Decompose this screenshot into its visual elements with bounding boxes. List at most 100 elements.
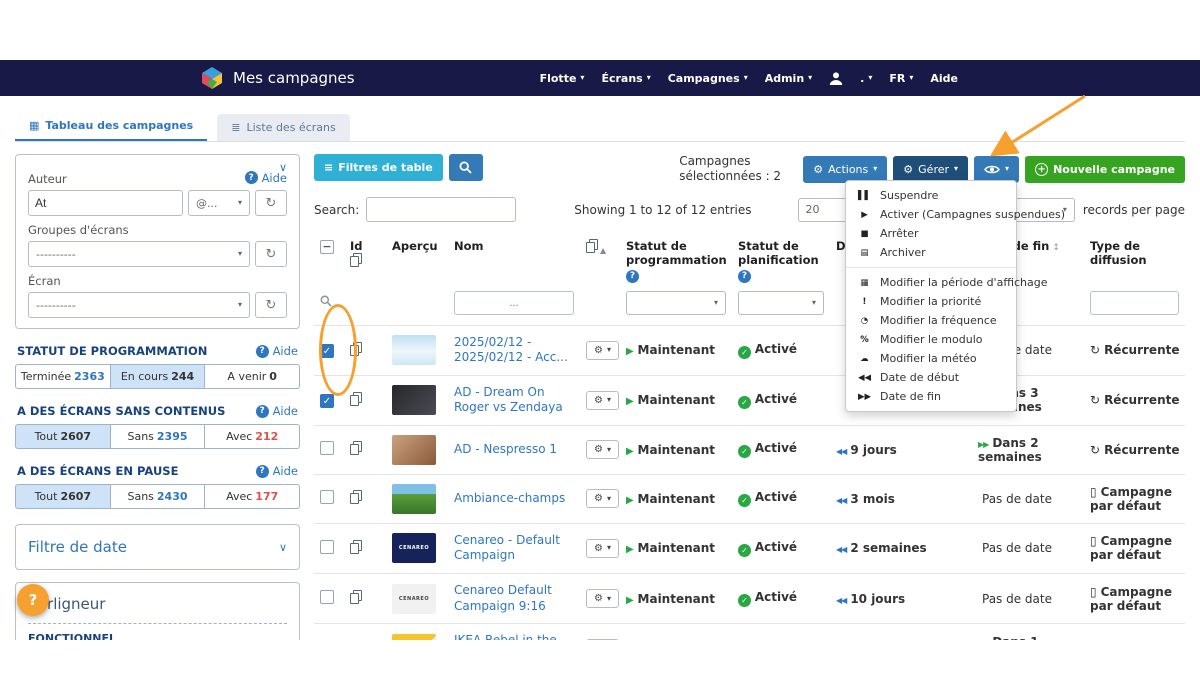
campaign-name-link[interactable]: Cenareo - Default Campaign: [454, 533, 574, 564]
search-input[interactable]: [366, 197, 516, 222]
row-actions-button[interactable]: ⚙▾: [586, 341, 619, 360]
refresh-groups-button[interactable]: ↻: [255, 241, 287, 267]
copy-icon[interactable]: [350, 253, 362, 267]
collapse-chevron-icon[interactable]: ∨: [279, 161, 287, 174]
header-duplicate[interactable]: ▲: [580, 235, 620, 287]
search-button[interactable]: [449, 154, 483, 181]
menu-item-modulo[interactable]: %Modifier le modulo: [846, 330, 1016, 349]
tab-tableau-campagnes[interactable]: ▦ Tableau des campagnes: [15, 112, 207, 141]
filter-a-venir[interactable]: A venir0: [205, 364, 300, 389]
table-filters-button[interactable]: ≡ Filtres de table: [314, 154, 443, 181]
menu-item-frequence[interactable]: ◔Modifier la fréquence: [846, 311, 1016, 330]
help-circle-icon[interactable]: ?: [626, 270, 639, 283]
screen-groups-select[interactable]: ----------▾: [28, 241, 250, 267]
refresh-screen-button[interactable]: ↻: [255, 292, 287, 318]
row-actions-button[interactable]: ⚙▾: [586, 489, 619, 508]
filter-en-cours[interactable]: En cours244: [111, 364, 206, 389]
campaign-name-link[interactable]: 2025/02/12 - 2025/02/12 - Acc...: [454, 335, 574, 366]
filter-tout[interactable]: Tout2607: [15, 484, 111, 509]
header-nom[interactable]: Nom: [448, 235, 580, 287]
filter-sans[interactable]: Sans2430: [111, 484, 206, 509]
visibility-button[interactable]: ▾: [974, 156, 1019, 183]
campaign-name-link[interactable]: AD - Nespresso 1: [454, 442, 574, 458]
actions-button[interactable]: ⚙ Actions ▾: [803, 156, 887, 183]
campaign-thumbnail[interactable]: [392, 435, 436, 465]
plan-filter-select[interactable]: ▾: [738, 291, 824, 315]
row-checkbox[interactable]: [320, 441, 334, 455]
name-filter-input[interactable]: [454, 291, 574, 315]
menu-item-meteo[interactable]: ☁Modifier la météo: [846, 349, 1016, 368]
header-statut-programmation[interactable]: Statut de programmation ?: [620, 235, 732, 287]
nav-admin[interactable]: Admin▾: [765, 72, 812, 85]
new-campaign-button[interactable]: + Nouvelle campagne: [1025, 156, 1185, 183]
menu-item-periode[interactable]: ▦Modifier la période d'affichage: [846, 273, 1016, 292]
row-checkbox[interactable]: ✓: [320, 344, 334, 358]
user-icon[interactable]: [829, 72, 843, 85]
row-actions-button[interactable]: ⚙▾: [586, 440, 619, 459]
nav-aide[interactable]: Aide: [930, 72, 958, 85]
type-filter-input[interactable]: [1090, 291, 1179, 315]
menu-item-date-debut[interactable]: ◀◀Date de début: [846, 368, 1016, 387]
date-filter-card[interactable]: Filtre de date ∨: [15, 524, 300, 570]
nav-flotte[interactable]: Flotte▾: [540, 72, 585, 85]
campaign-thumbnail[interactable]: CENAREO: [392, 584, 436, 614]
row-checkbox[interactable]: ✓: [320, 394, 334, 408]
row-actions-button[interactable]: ⚙▾: [586, 589, 619, 608]
help-fab-button[interactable]: ?: [17, 584, 49, 616]
filter-terminee[interactable]: Terminée2363: [15, 364, 111, 389]
menu-item-activer[interactable]: ▶Activer (Campagnes suspendues): [846, 205, 1016, 224]
copy-icon[interactable]: [350, 490, 362, 504]
menu-item-arreter[interactable]: ■Arrêter: [846, 224, 1016, 243]
prog-filter-select[interactable]: ▾: [626, 291, 726, 315]
author-at-select[interactable]: @...▾: [188, 190, 250, 216]
user-menu[interactable]: .▾: [860, 72, 872, 85]
header-apercu[interactable]: Aperçu: [386, 235, 448, 287]
copy-icon[interactable]: [350, 590, 362, 604]
campaign-name-link[interactable]: Cenareo Default Campaign 9:16: [454, 583, 574, 614]
help-circle-icon[interactable]: ?: [738, 270, 751, 283]
header-type-diffusion[interactable]: Type de diffusion: [1084, 235, 1185, 287]
copy-icon[interactable]: [350, 342, 362, 356]
screen-select[interactable]: ----------▾: [28, 292, 250, 318]
aide-link[interactable]: ?Aide: [256, 404, 298, 418]
filter-avec[interactable]: Avec177: [205, 484, 300, 509]
copy-icon[interactable]: [350, 540, 362, 554]
campaign-name-link[interactable]: AD - Dream On Roger vs Zendaya: [454, 385, 574, 416]
filter-avec[interactable]: Avec212: [205, 424, 300, 449]
aide-link[interactable]: ?Aide: [256, 344, 298, 358]
menu-item-archiver[interactable]: ▤Archiver: [846, 243, 1016, 262]
author-input[interactable]: [28, 190, 183, 216]
aide-link[interactable]: ?Aide: [256, 464, 298, 478]
row-checkbox[interactable]: [320, 590, 334, 604]
filter-sans[interactable]: Sans2395: [111, 424, 206, 449]
row-checkbox[interactable]: [320, 490, 334, 504]
campaign-thumbnail[interactable]: [392, 634, 436, 640]
row-actions-button[interactable]: ⚙▾: [586, 539, 619, 558]
caret-icon: ▾: [607, 544, 611, 552]
header-statut-planification[interactable]: Statut de planification ?: [732, 235, 830, 287]
campaign-thumbnail[interactable]: [392, 335, 436, 365]
campaign-name-link[interactable]: Ambiance-champs: [454, 491, 574, 507]
nav-ecrans[interactable]: Écrans▾: [601, 72, 650, 85]
table-header-row: − Id Aperçu Nom ▲ Statut de programmatio…: [314, 235, 1185, 287]
copy-icon[interactable]: [350, 441, 362, 455]
refresh-author-button[interactable]: ↻: [255, 190, 287, 216]
campaign-thumbnail[interactable]: [392, 385, 436, 415]
filter-tout[interactable]: Tout2607: [15, 424, 111, 449]
menu-item-suspendre[interactable]: ▌▌Suspendre: [846, 186, 1016, 205]
header-id[interactable]: Id: [344, 235, 386, 287]
manage-button[interactable]: ⚙ Gérer ▾: [893, 156, 968, 183]
copy-icon[interactable]: [350, 392, 362, 406]
campaign-name-link[interactable]: IKEA Rebel in the Comfort of...: [454, 633, 574, 640]
menu-item-date-fin[interactable]: ▶▶Date de fin: [846, 387, 1016, 406]
tab-liste-ecrans[interactable]: ≣ Liste des écrans: [217, 114, 349, 141]
campaign-thumbnail[interactable]: CENAREO: [392, 533, 436, 563]
select-all-checkbox[interactable]: −: [320, 240, 334, 254]
campaign-thumbnail[interactable]: [392, 484, 436, 514]
nav-campagnes[interactable]: Campagnes▾: [668, 72, 748, 85]
lang-menu[interactable]: FR▾: [889, 72, 913, 85]
row-actions-button[interactable]: ⚙▾: [586, 391, 619, 410]
row-actions-button[interactable]: ⚙▾: [586, 639, 619, 640]
menu-item-priorite[interactable]: !Modifier la priorité: [846, 292, 1016, 311]
row-checkbox[interactable]: [320, 540, 334, 554]
